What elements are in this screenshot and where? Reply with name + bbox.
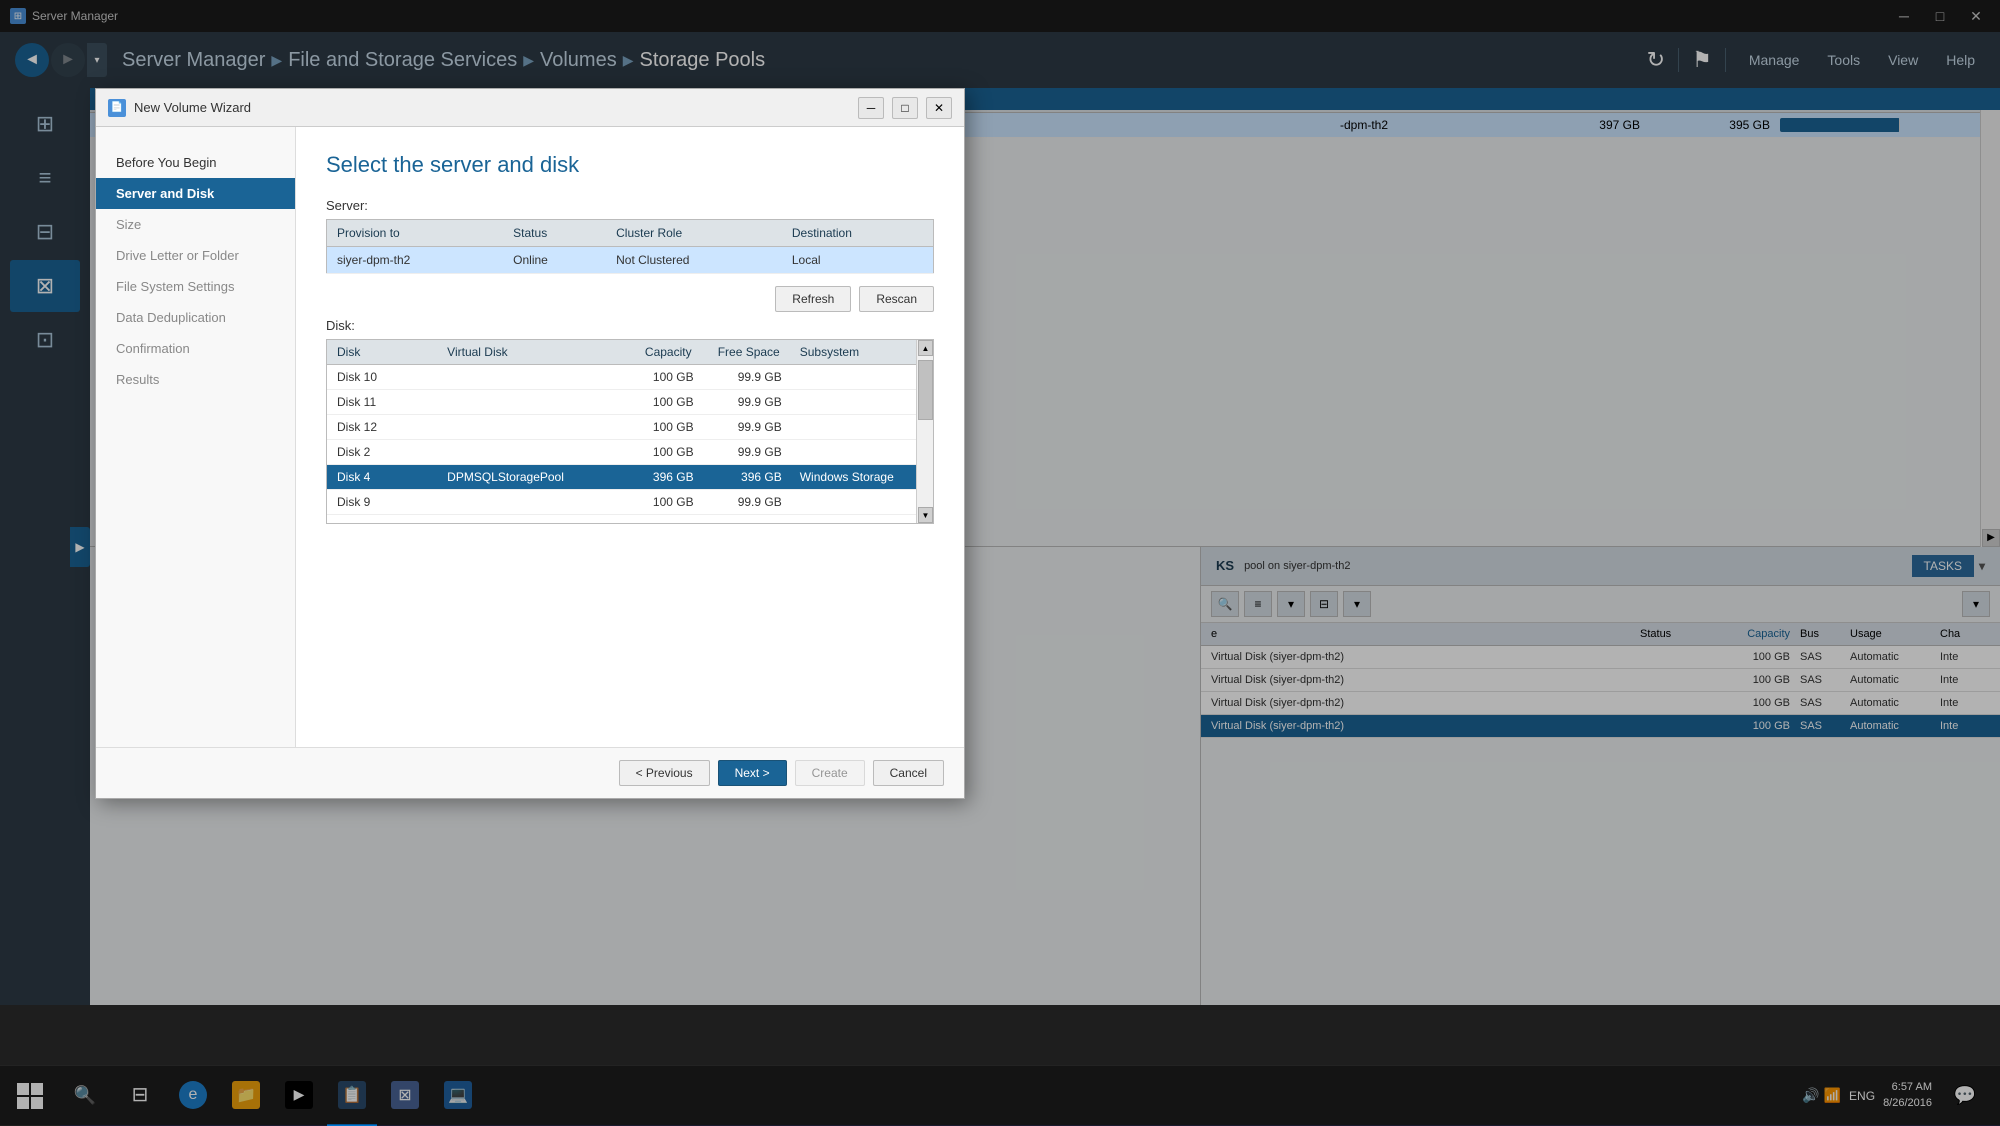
next-button[interactable]: Next > <box>718 760 787 786</box>
rescan-button[interactable]: Rescan <box>859 286 934 312</box>
disk-row-cap: 396 GB <box>613 465 701 490</box>
disk-section-label: Disk: <box>326 318 934 333</box>
wizard-nav-file-system[interactable]: File System Settings <box>96 271 295 302</box>
dialog-title-text: New Volume Wizard <box>134 100 850 115</box>
server-col-status: Status <box>503 220 606 247</box>
disk-row-free: 99.9 GB <box>702 440 790 465</box>
wizard-nav-before-you-begin[interactable]: Before You Begin <box>96 147 295 178</box>
disk-row-cap: 100 GB <box>613 390 701 415</box>
dialog-close-btn[interactable]: ✕ <box>926 97 952 119</box>
disk-row-vdisk: DPMSQLStoragePool <box>437 465 613 490</box>
disk-table-row[interactable]: Disk 2 100 GB 99.9 GB <box>327 440 933 465</box>
wizard-nav-confirmation[interactable]: Confirmation <box>96 333 295 364</box>
server-table-row[interactable]: siyer-dpm-th2 Online Not Clustered Local <box>327 247 934 274</box>
wizard-nav-dedup[interactable]: Data Deduplication <box>96 302 295 333</box>
disk-table-container: Disk Virtual Disk Capacity Free Space Su… <box>326 339 934 524</box>
disk-table-row[interactable]: Disk 4 DPMSQLStoragePool 396 GB 396 GB W… <box>327 465 933 490</box>
scroll-down-btn[interactable]: ▼ <box>918 507 933 523</box>
disk-row-vdisk <box>437 390 613 415</box>
disk-row-vdisk <box>437 415 613 440</box>
disk-row-free: 99.9 GB <box>702 490 790 515</box>
server-row-dest: Local <box>782 247 934 274</box>
refresh-rescan-row: Refresh Rescan <box>326 286 934 312</box>
server-row-provision: siyer-dpm-th2 <box>327 247 504 274</box>
dialog-body: Before You Begin Server and Disk Size Dr… <box>96 127 964 747</box>
disk-col-vdisk: Virtual Disk <box>437 340 613 365</box>
dialog-maximize-btn[interactable]: □ <box>892 97 918 119</box>
disk-row-sub: Windows Storage <box>790 465 933 490</box>
wizard-nav-results[interactable]: Results <box>96 364 295 395</box>
disk-table: Disk Virtual Disk Capacity Free Space Su… <box>327 340 933 515</box>
server-col-dest: Destination <box>782 220 934 247</box>
disk-row-disk: Disk 4 <box>327 465 437 490</box>
disk-row-disk: Disk 2 <box>327 440 437 465</box>
wizard-nav-server-and-disk[interactable]: Server and Disk <box>96 178 295 209</box>
disk-row-free: 396 GB <box>702 465 790 490</box>
disk-row-vdisk <box>437 365 613 390</box>
disk-row-free: 99.9 GB <box>702 415 790 440</box>
dialog-titlebar: 📄 New Volume Wizard ─ □ ✕ <box>96 89 964 127</box>
disk-row-disk: Disk 11 <box>327 390 437 415</box>
wizard-nav-size[interactable]: Size <box>96 209 295 240</box>
disk-row-sub <box>790 390 933 415</box>
create-button[interactable]: Create <box>795 760 865 786</box>
disk-table-row[interactable]: Disk 9 100 GB 99.9 GB <box>327 490 933 515</box>
disk-col-free: Free Space <box>702 340 790 365</box>
disk-row-vdisk <box>437 440 613 465</box>
server-col-provision: Provision to <box>327 220 504 247</box>
previous-button[interactable]: < Previous <box>619 760 710 786</box>
server-table: Provision to Status Cluster Role Destina… <box>326 219 934 274</box>
dialog-titlebar-icon: 📄 <box>108 99 126 117</box>
disk-row-free: 99.9 GB <box>702 365 790 390</box>
server-col-cluster: Cluster Role <box>606 220 782 247</box>
scroll-thumb[interactable] <box>918 360 933 420</box>
disk-col-disk: Disk <box>327 340 437 365</box>
disk-table-row[interactable]: Disk 11 100 GB 99.9 GB <box>327 390 933 415</box>
disk-row-sub <box>790 415 933 440</box>
disk-row-cap: 100 GB <box>613 365 701 390</box>
disk-table-row[interactable]: Disk 10 100 GB 99.9 GB <box>327 365 933 390</box>
scroll-up-btn[interactable]: ▲ <box>918 340 933 356</box>
disk-row-disk: Disk 9 <box>327 490 437 515</box>
disk-col-cap: Capacity <box>613 340 701 365</box>
disk-row-disk: Disk 10 <box>327 365 437 390</box>
disk-col-sub: Subsystem <box>790 340 933 365</box>
server-row-cluster: Not Clustered <box>606 247 782 274</box>
wizard-page-title: Select the server and disk <box>326 152 934 178</box>
wizard-content-area: Select the server and disk Server: Provi… <box>296 127 964 747</box>
dialog-footer: < Previous Next > Create Cancel <box>96 747 964 798</box>
disk-row-free: 99.9 GB <box>702 390 790 415</box>
wizard-nav: Before You Begin Server and Disk Size Dr… <box>96 127 296 747</box>
disk-row-cap: 100 GB <box>613 415 701 440</box>
cancel-button[interactable]: Cancel <box>873 760 944 786</box>
disk-row-disk: Disk 12 <box>327 415 437 440</box>
disk-row-vdisk <box>437 490 613 515</box>
disk-row-sub <box>790 490 933 515</box>
new-volume-wizard-dialog: 📄 New Volume Wizard ─ □ ✕ Before You Beg… <box>95 88 965 799</box>
disk-row-cap: 100 GB <box>613 490 701 515</box>
disk-scrollbar[interactable]: ▲ ▼ <box>916 340 933 523</box>
disk-row-sub <box>790 440 933 465</box>
disk-row-sub <box>790 365 933 390</box>
server-section-label: Server: <box>326 198 934 213</box>
disk-table-row[interactable]: Disk 12 100 GB 99.9 GB <box>327 415 933 440</box>
refresh-button[interactable]: Refresh <box>775 286 851 312</box>
disk-row-cap: 100 GB <box>613 440 701 465</box>
dialog-minimize-btn[interactable]: ─ <box>858 97 884 119</box>
wizard-nav-drive-letter[interactable]: Drive Letter or Folder <box>96 240 295 271</box>
server-row-status: Online <box>503 247 606 274</box>
